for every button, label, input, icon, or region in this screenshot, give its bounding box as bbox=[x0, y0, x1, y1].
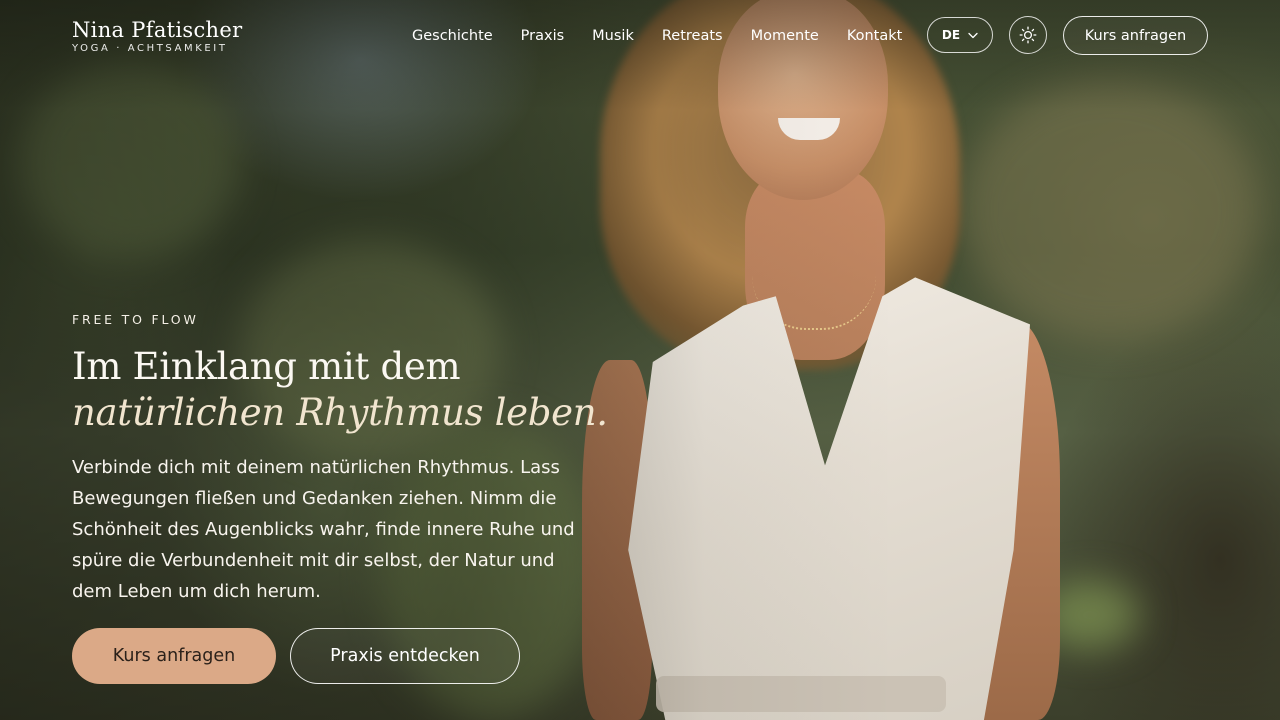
discover-practice-button[interactable]: Praxis entdecken bbox=[290, 628, 520, 684]
hero-cta-group: Kurs anfragen Praxis entdecken bbox=[72, 628, 520, 684]
nav-item-momente[interactable]: Momente bbox=[751, 26, 819, 46]
language-selector[interactable]: DE bbox=[927, 17, 993, 53]
hero-headline: Im Einklang mit dem natürlichen Rhythmus… bbox=[72, 344, 612, 436]
hero-headline-line1: Im Einklang mit dem bbox=[72, 345, 461, 388]
hero-description: Verbinde dich mit deinem natürlichen Rhy… bbox=[72, 457, 575, 602]
nav-item-praxis[interactable]: Praxis bbox=[521, 26, 565, 46]
chevron-down-icon bbox=[968, 32, 978, 39]
hero-eyebrow: FREE TO FLOW bbox=[72, 312, 199, 327]
sun-icon bbox=[1019, 26, 1037, 44]
brand-tagline: YOGA · ACHTSAMKEIT bbox=[72, 43, 228, 54]
request-course-button[interactable]: Kurs anfragen bbox=[72, 628, 276, 684]
nav-item-retreats[interactable]: Retreats bbox=[662, 26, 723, 46]
hero-headline-line2: natürlichen Rhythmus leben. bbox=[72, 391, 608, 434]
brand-name: Nina Pfatischer bbox=[72, 18, 243, 42]
nav-item-kontakt[interactable]: Kontakt bbox=[847, 26, 903, 46]
header-request-course-button[interactable]: Kurs anfragen bbox=[1063, 16, 1208, 55]
nav-item-musik[interactable]: Musik bbox=[592, 26, 634, 46]
site-header: Nina Pfatischer YOGA · ACHTSAMKEIT Gesch… bbox=[0, 0, 1280, 72]
hero-content: FREE TO FLOW Im Einklang mit dem natürli… bbox=[72, 312, 612, 607]
language-value: DE bbox=[941, 28, 961, 42]
nav-item-geschichte[interactable]: Geschichte bbox=[412, 26, 493, 46]
brand-logo[interactable]: Nina Pfatischer YOGA · ACHTSAMKEIT bbox=[72, 18, 242, 56]
theme-toggle-button[interactable] bbox=[1009, 16, 1047, 54]
main-nav: Geschichte Praxis Musik Retreats Momente… bbox=[412, 26, 902, 46]
